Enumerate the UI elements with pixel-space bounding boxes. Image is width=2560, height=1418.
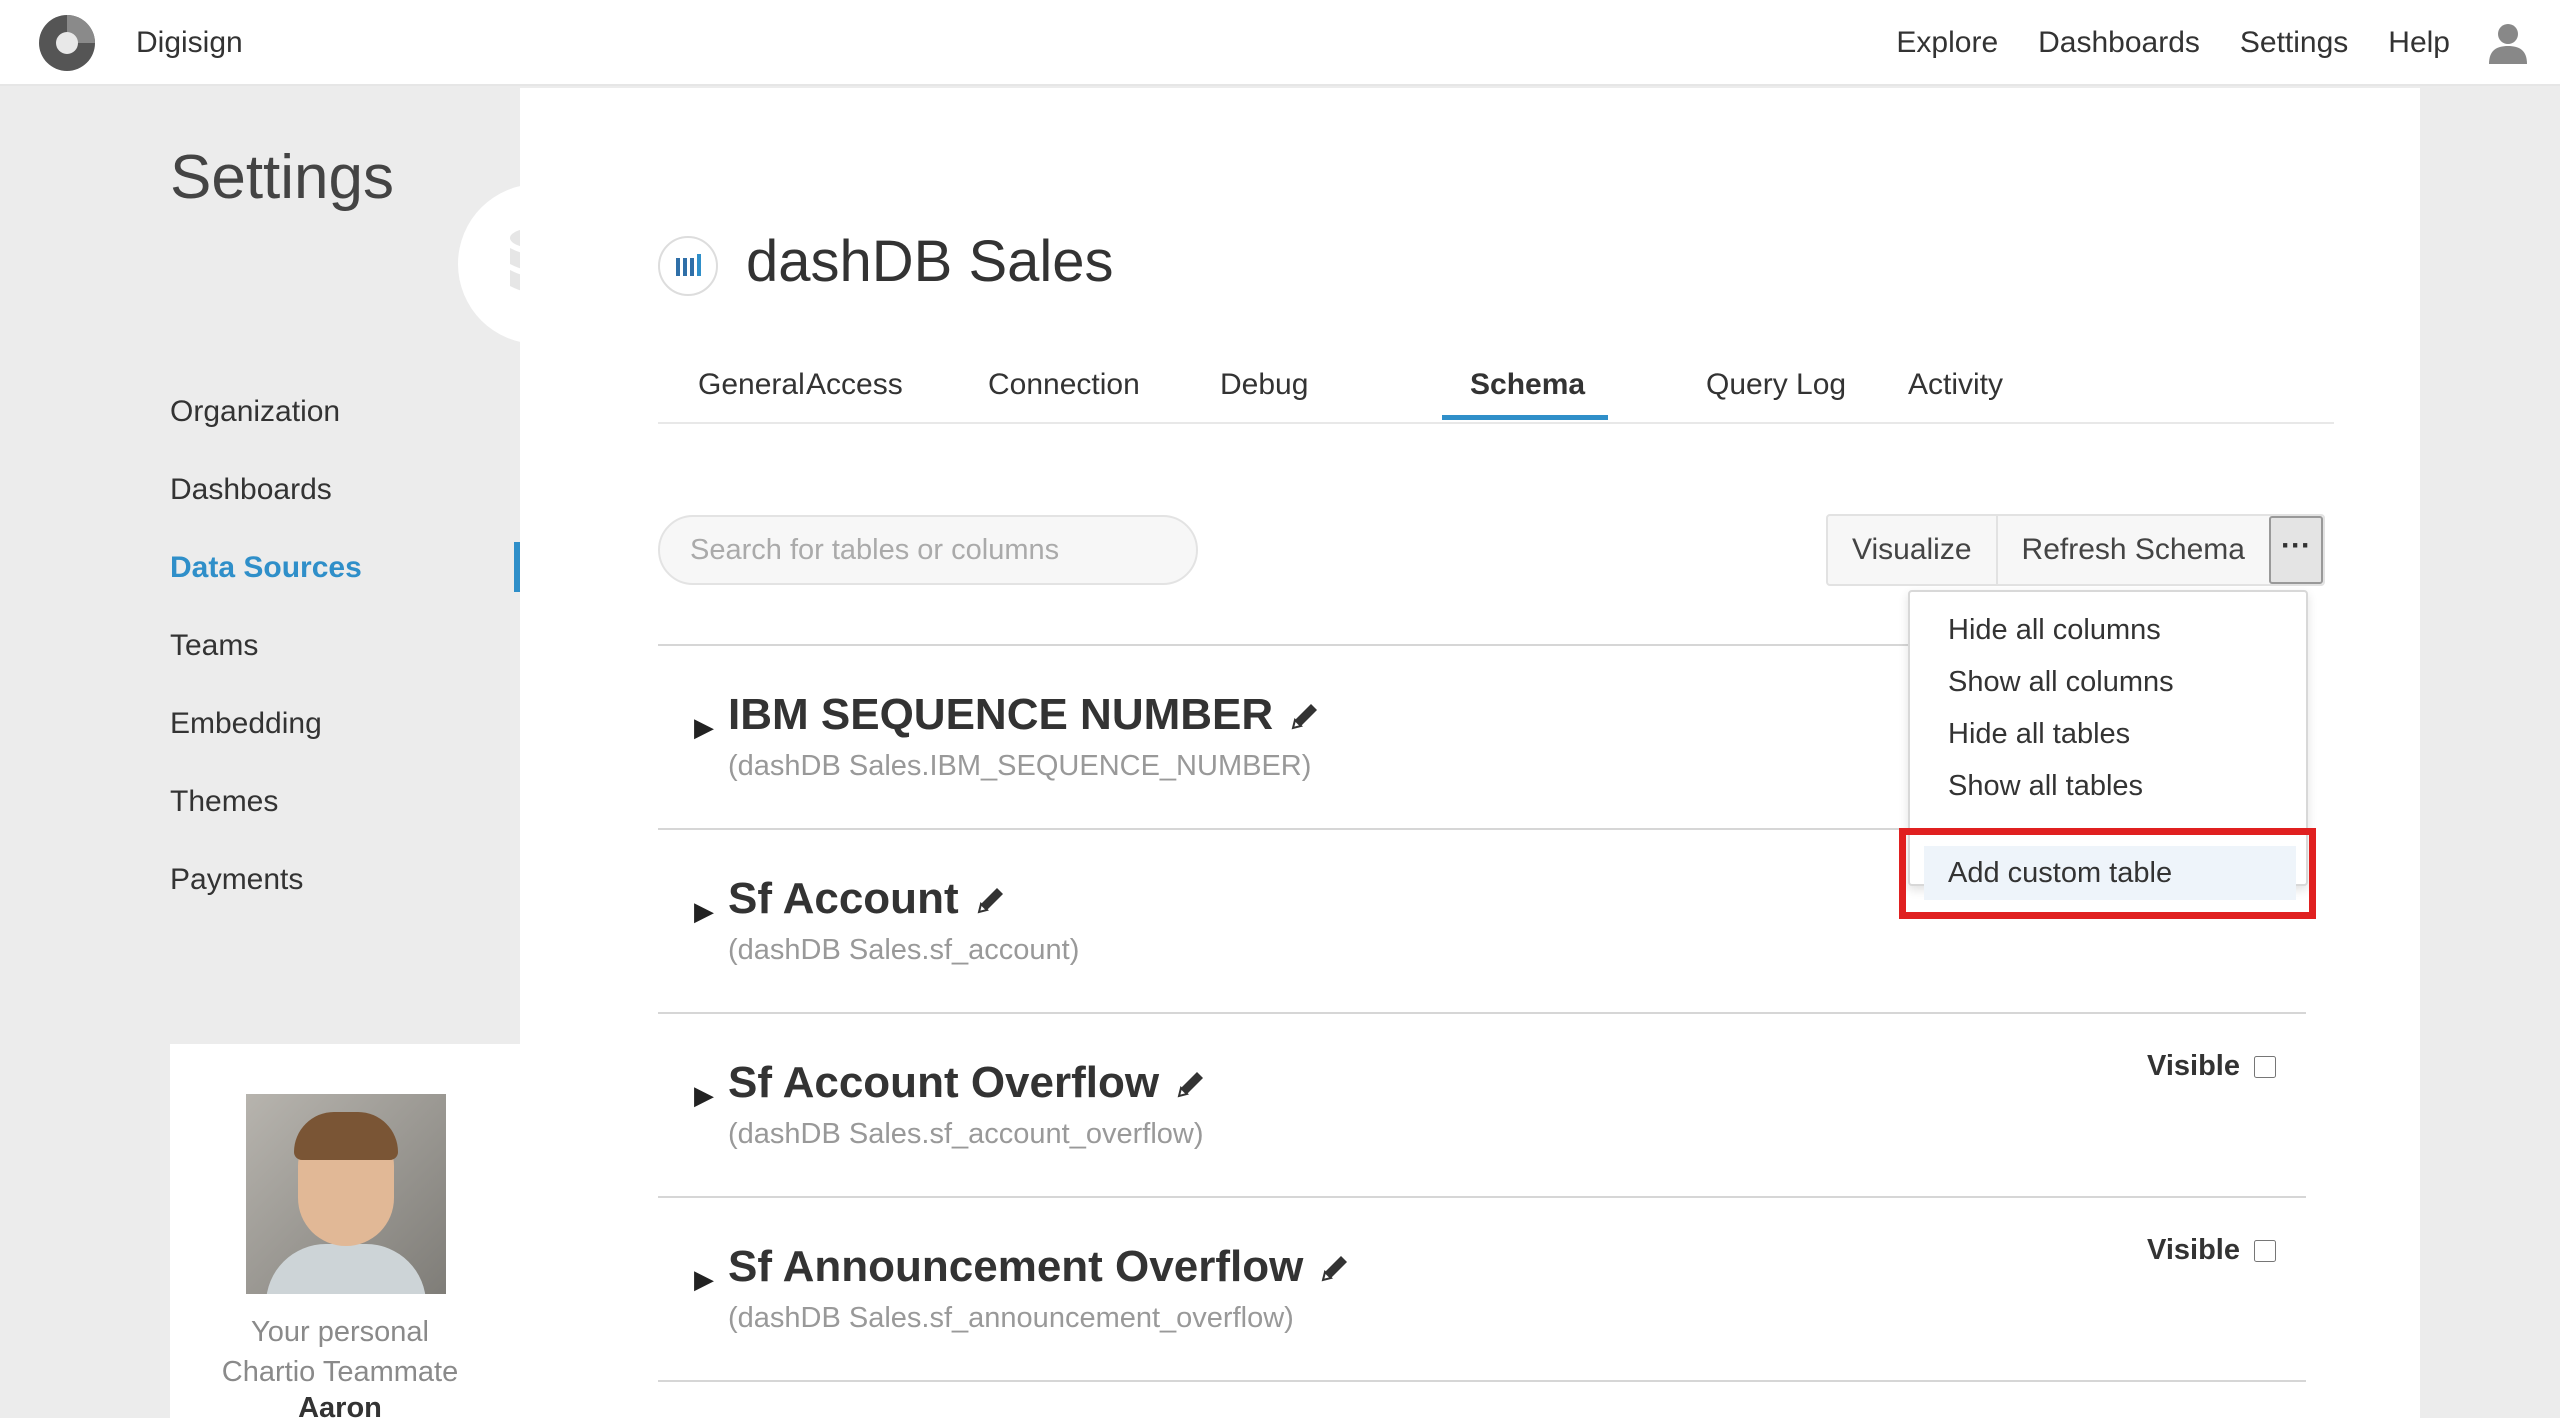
edit-pencil-icon[interactable] [973, 884, 1007, 918]
visible-checkbox[interactable] [2254, 1239, 2276, 1262]
expand-arrow-icon[interactable]: ▶ [694, 712, 714, 743]
datasource-tabs: General Access Connection Debug Schema Q… [658, 352, 2334, 424]
visible-label: Visible [2147, 1234, 2240, 1266]
edit-pencil-icon[interactable] [1317, 1252, 1351, 1286]
menu-hide-all-tables[interactable]: Hide all tables [1948, 718, 2130, 751]
tab-active-underline [1442, 415, 1608, 420]
teammate-name: Aaron [298, 1392, 382, 1418]
table-path: (dashDB Sales.sf_announcement_overflow) [728, 1302, 1294, 1334]
refresh-schema-button[interactable]: Refresh Schema [1998, 516, 2269, 584]
sidebar-item-themes[interactable]: Themes [170, 775, 362, 853]
teammate-line1: Your personal [251, 1316, 429, 1348]
nav-help[interactable]: Help [2388, 26, 2450, 60]
user-icon[interactable] [2487, 22, 2529, 64]
highlight-annotation-box [1899, 828, 2316, 919]
tab-label: Query Log [1706, 368, 1847, 401]
menu-show-all-columns[interactable]: Show all columns [1948, 666, 2174, 699]
table-path: (dashDB Sales.IBM_SEQUENCE_NUMBER) [728, 750, 1312, 782]
datasource-icon [658, 236, 718, 296]
nav-dashboards[interactable]: Dashboards [2038, 26, 2200, 60]
table-path: (dashDB Sales.sf_account) [728, 934, 1080, 966]
expand-arrow-icon[interactable]: ▶ [694, 1264, 714, 1295]
table-name[interactable]: Sf Account [728, 874, 1007, 924]
table-name[interactable]: IBM SEQUENCE NUMBER [728, 690, 1321, 740]
table-row: ▶ Sf Account Overflow (dashDB Sales.sf_a… [658, 1012, 2306, 1196]
table-name[interactable]: Sf Announcement Overflow [728, 1242, 1351, 1292]
teammate-card: Your personal Chartio Teammate Aaron [170, 1044, 520, 1418]
tab-label: Schema [1470, 368, 1586, 401]
sidebar-item-dashboards[interactable]: Dashboards [170, 463, 362, 541]
sidebar-nav: Organization Dashboards Data Sources Tea… [170, 385, 362, 931]
nav-explore[interactable]: Explore [1896, 26, 1998, 60]
teammate-line2: Chartio Teammate [221, 1356, 459, 1388]
tab-label: Connection [988, 368, 1140, 401]
expand-arrow-icon[interactable]: ▶ [694, 1080, 714, 1111]
tab-label: General [698, 368, 805, 401]
visible-checkbox[interactable] [2254, 1055, 2276, 1078]
tab-label: Access [806, 368, 903, 401]
edit-pencil-icon[interactable] [1287, 700, 1321, 734]
top-bar: Digisign Explore Dashboards Settings Hel… [0, 0, 2560, 86]
visible-toggle: Visible [2147, 1234, 2276, 1267]
menu-hide-all-columns[interactable]: Hide all columns [1948, 614, 2161, 647]
visible-label: Visible [2147, 1050, 2240, 1082]
tab-label: Activity [1908, 368, 2004, 401]
row-divider [658, 1380, 2306, 1382]
nav-settings[interactable]: Settings [2240, 26, 2348, 60]
app-logo-icon[interactable] [39, 15, 95, 71]
table-row: ▶ Sf Announcement Overflow (dashDB Sales… [658, 1196, 2306, 1380]
top-nav: Explore Dashboards Settings Help [1896, 26, 2450, 60]
visible-toggle: Visible [2147, 1050, 2276, 1083]
sidebar-item-payments[interactable]: Payments [170, 853, 362, 931]
datasource-title: dashDB Sales [746, 229, 1114, 294]
sidebar-item-organization[interactable]: Organization [170, 385, 362, 463]
table-name[interactable]: Sf Account Overflow [728, 1058, 1207, 1108]
edit-pencil-icon[interactable] [1173, 1068, 1207, 1102]
menu-show-all-tables[interactable]: Show all tables [1948, 770, 2143, 803]
sidebar-item-teams[interactable]: Teams [170, 619, 362, 697]
settings-title: Settings [170, 143, 395, 212]
avatar [246, 1094, 446, 1294]
more-options-button[interactable]: ··· [2268, 516, 2323, 584]
tab-label: Debug [1220, 368, 1309, 401]
table-path: (dashDB Sales.sf_account_overflow) [728, 1118, 1204, 1150]
search-input[interactable] [658, 515, 1198, 585]
app-name[interactable]: Digisign [136, 26, 243, 60]
teammate-caption: Your personal Chartio Teammate [170, 1312, 510, 1392]
sidebar-item-embedding[interactable]: Embedding [170, 697, 362, 775]
expand-arrow-icon[interactable]: ▶ [694, 896, 714, 927]
visualize-button[interactable]: Visualize [1828, 516, 1998, 584]
sidebar-item-data-sources[interactable]: Data Sources [170, 541, 362, 619]
schema-toolbar: Visualize Refresh Schema ··· [1826, 514, 2325, 586]
